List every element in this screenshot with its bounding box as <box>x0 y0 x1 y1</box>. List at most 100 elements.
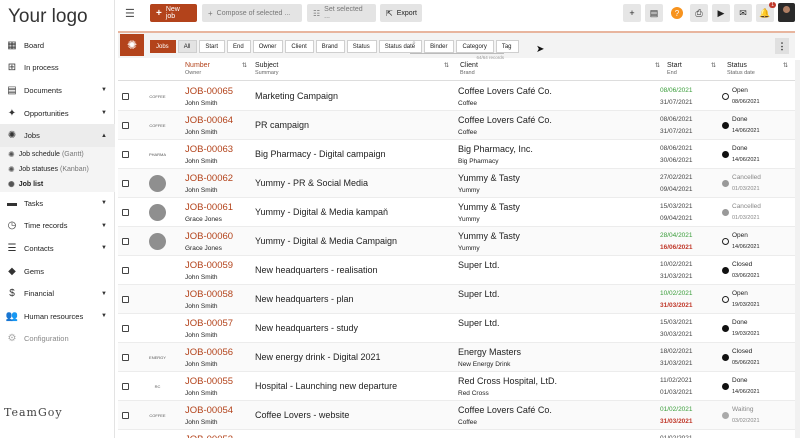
job-number-link[interactable]: JOB-00057 <box>185 318 233 329</box>
table-row[interactable]: JOB-00059 John Smith New headquarters - re… <box>118 256 795 285</box>
table-row[interactable]: JOB-00058 John Smith New headquarters - pl… <box>118 285 795 314</box>
sidebar-item-configuration[interactable]: ⚙ Configuration <box>0 328 115 351</box>
job-number-link[interactable]: JOB-00061 <box>185 202 233 213</box>
filter-chip-end[interactable]: End <box>227 40 251 53</box>
sort-icon[interactable]: ⇅ <box>444 62 449 69</box>
job-number-link[interactable]: JOB-00058 <box>185 289 233 300</box>
job-subject[interactable]: New headquarters - realisation <box>255 265 378 275</box>
job-number-link[interactable]: JOB-00056 <box>185 347 233 358</box>
table-row[interactable]: JOB-0005301/02/2021 <box>118 430 795 438</box>
export-button[interactable]: ⇱ Export <box>380 4 422 22</box>
sidebar-item-contacts[interactable]: ☰ Contacts ▼ <box>0 237 115 260</box>
scrollbar[interactable] <box>795 60 800 438</box>
sort-icon[interactable]: ⇅ <box>655 62 660 69</box>
job-subject[interactable]: New headquarters - study <box>255 323 358 333</box>
add-icon[interactable]: + <box>623 4 641 22</box>
job-number-link[interactable]: JOB-00060 <box>185 231 233 242</box>
row-checkbox[interactable] <box>122 209 129 216</box>
sidebar-item-gems[interactable]: ◆ Gems <box>0 260 115 283</box>
job-number-link[interactable]: JOB-00053 <box>185 434 233 438</box>
row-checkbox[interactable] <box>122 354 129 361</box>
sidebar-subitem-job-list[interactable]: ✺ Job list <box>0 176 115 192</box>
bell-icon[interactable]: 🔔 1 <box>756 2 776 22</box>
row-checkbox[interactable] <box>122 151 129 158</box>
sort-icon[interactable]: ⇅ <box>783 62 788 69</box>
job-subject[interactable]: Yummy - PR & Social Media <box>255 178 368 188</box>
filter-chip-brand[interactable]: Brand <box>315 40 345 53</box>
column-subject[interactable]: Subject Summary <box>255 62 279 76</box>
sidebar-item-opportunities[interactable]: ✦ Opportunities ▼ <box>0 102 115 125</box>
row-checkbox[interactable] <box>122 383 129 390</box>
search-input[interactable]: ⌕ 64/64 records <box>410 38 504 60</box>
table-row[interactable]: JOB-00060 Grace Jones Yummy - Digital & Me… <box>118 227 795 256</box>
job-subject[interactable]: Hospital - Launching new departure <box>255 381 397 391</box>
sidebar-item-in-process[interactable]: ⊞ In process <box>0 57 115 80</box>
sort-icon[interactable]: ⇅ <box>242 62 247 69</box>
table-row[interactable]: COFFEE JOB-00065 John Smith Marketing Campa… <box>118 82 795 111</box>
job-subject[interactable]: Yummy - Digital & Media kampaň <box>255 207 388 217</box>
filter-chip-all[interactable]: All <box>177 40 198 53</box>
job-number-link[interactable]: JOB-00055 <box>185 376 233 387</box>
row-checkbox[interactable] <box>122 122 129 129</box>
notes-icon[interactable]: ▤ <box>645 4 663 22</box>
table-row[interactable]: ENERGY JOB-00056 John Smith New energy drin… <box>118 343 795 372</box>
row-checkbox[interactable] <box>122 325 129 332</box>
new-job-button[interactable]: + New job <box>150 4 197 22</box>
sort-icon[interactable]: ⇅ <box>711 62 716 69</box>
column-start[interactable]: Start End <box>667 62 682 76</box>
filter-chip-start[interactable]: Start <box>199 40 226 53</box>
sidebar-item-tasks[interactable]: ▬ Tasks ▼ <box>0 192 115 215</box>
hamburger-icon[interactable]: ☰ <box>125 7 135 20</box>
column-status[interactable]: Status Status date <box>727 62 755 76</box>
row-checkbox[interactable] <box>122 296 129 303</box>
table-row[interactable]: COFFEE JOB-00054 John Smith Coffee Lovers -… <box>118 401 795 430</box>
jobs-filter-icon[interactable]: ✺ <box>120 34 144 56</box>
avatar[interactable] <box>778 3 795 22</box>
chat-icon[interactable]: ✉ <box>734 4 752 22</box>
job-number-link[interactable]: JOB-00065 <box>185 86 233 97</box>
row-checkbox[interactable] <box>122 180 129 187</box>
row-checkbox[interactable] <box>122 267 129 274</box>
job-subject[interactable]: Coffee Lovers - website <box>255 410 349 420</box>
sidebar-item-documents[interactable]: ▤ Documents ▼ <box>0 79 115 102</box>
row-checkbox[interactable] <box>122 238 129 245</box>
set-selected-button[interactable]: ☷ Set selected ... <box>307 4 376 22</box>
help-icon[interactable]: ? <box>671 7 683 19</box>
column-number[interactable]: Number Owner <box>185 62 210 76</box>
table-row[interactable]: JOB-00057 John Smith New headquarters - st… <box>118 314 795 343</box>
job-number-link[interactable]: JOB-00063 <box>185 144 233 155</box>
more-options-icon[interactable]: ⋮ <box>775 38 789 54</box>
column-client[interactable]: Client Brand <box>460 62 478 76</box>
job-number-link[interactable]: JOB-00062 <box>185 173 233 184</box>
job-subject[interactable]: Marketing Campaign <box>255 91 338 101</box>
filter-chip-status[interactable]: Status <box>346 40 377 53</box>
job-subject[interactable]: New headquarters - plan <box>255 294 354 304</box>
table-row[interactable]: PHARMA JOB-00063 John Smith Big Pharmacy - … <box>118 140 795 169</box>
job-subject[interactable]: Big Pharmacy - Digital campaign <box>255 149 386 159</box>
print-icon[interactable]: ⎙ <box>690 4 708 22</box>
table-row[interactable]: JOB-00061 Grace Jones Yummy - Digital & Me… <box>118 198 795 227</box>
sidebar-item-board[interactable]: ▦ Board <box>0 34 115 57</box>
video-icon[interactable]: ▶ <box>712 4 730 22</box>
filter-chip-client[interactable]: Client <box>285 40 314 53</box>
sidebar-item-human-resources[interactable]: 👥 Human resources ▼ <box>0 305 115 328</box>
sidebar-item-financial[interactable]: $ Financial ▼ <box>0 282 115 305</box>
job-number-link[interactable]: JOB-00059 <box>185 260 233 271</box>
table-row[interactable]: RC JOB-00055 John Smith Hospital - Launchin… <box>118 372 795 401</box>
sidebar-subitem-job-statuses[interactable]: ✺ Job statuses (Kanban) <box>0 161 115 177</box>
table-row[interactable]: JOB-00062 John Smith Yummy - PR & Social M… <box>118 169 795 198</box>
job-subject[interactable]: Yummy - Digital & Media Campaign <box>255 236 397 246</box>
compose-selected-button[interactable]: + Compose of selected ... <box>202 4 302 22</box>
row-checkbox[interactable] <box>122 93 129 100</box>
job-subject[interactable]: PR campaign <box>255 120 309 130</box>
sidebar-subitem-job-schedule[interactable]: ✺ Job schedule (Gantt) <box>0 146 115 162</box>
filter-chip-jobs[interactable]: Jobs <box>150 40 176 53</box>
row-checkbox[interactable] <box>122 412 129 419</box>
table-row[interactable]: COFFEE JOB-00064 John Smith PR campaign Coff… <box>118 111 795 140</box>
job-number-link[interactable]: JOB-00064 <box>185 115 233 126</box>
sidebar-item-jobs[interactable]: ✺ Jobs ▲ <box>0 124 115 147</box>
job-number-link[interactable]: JOB-00054 <box>185 405 233 416</box>
sidebar-item-time-records[interactable]: ◷ Time records ▼ <box>0 215 115 238</box>
job-subject[interactable]: New energy drink - Digital 2021 <box>255 352 381 362</box>
filter-chip-owner[interactable]: Owner <box>252 40 284 53</box>
